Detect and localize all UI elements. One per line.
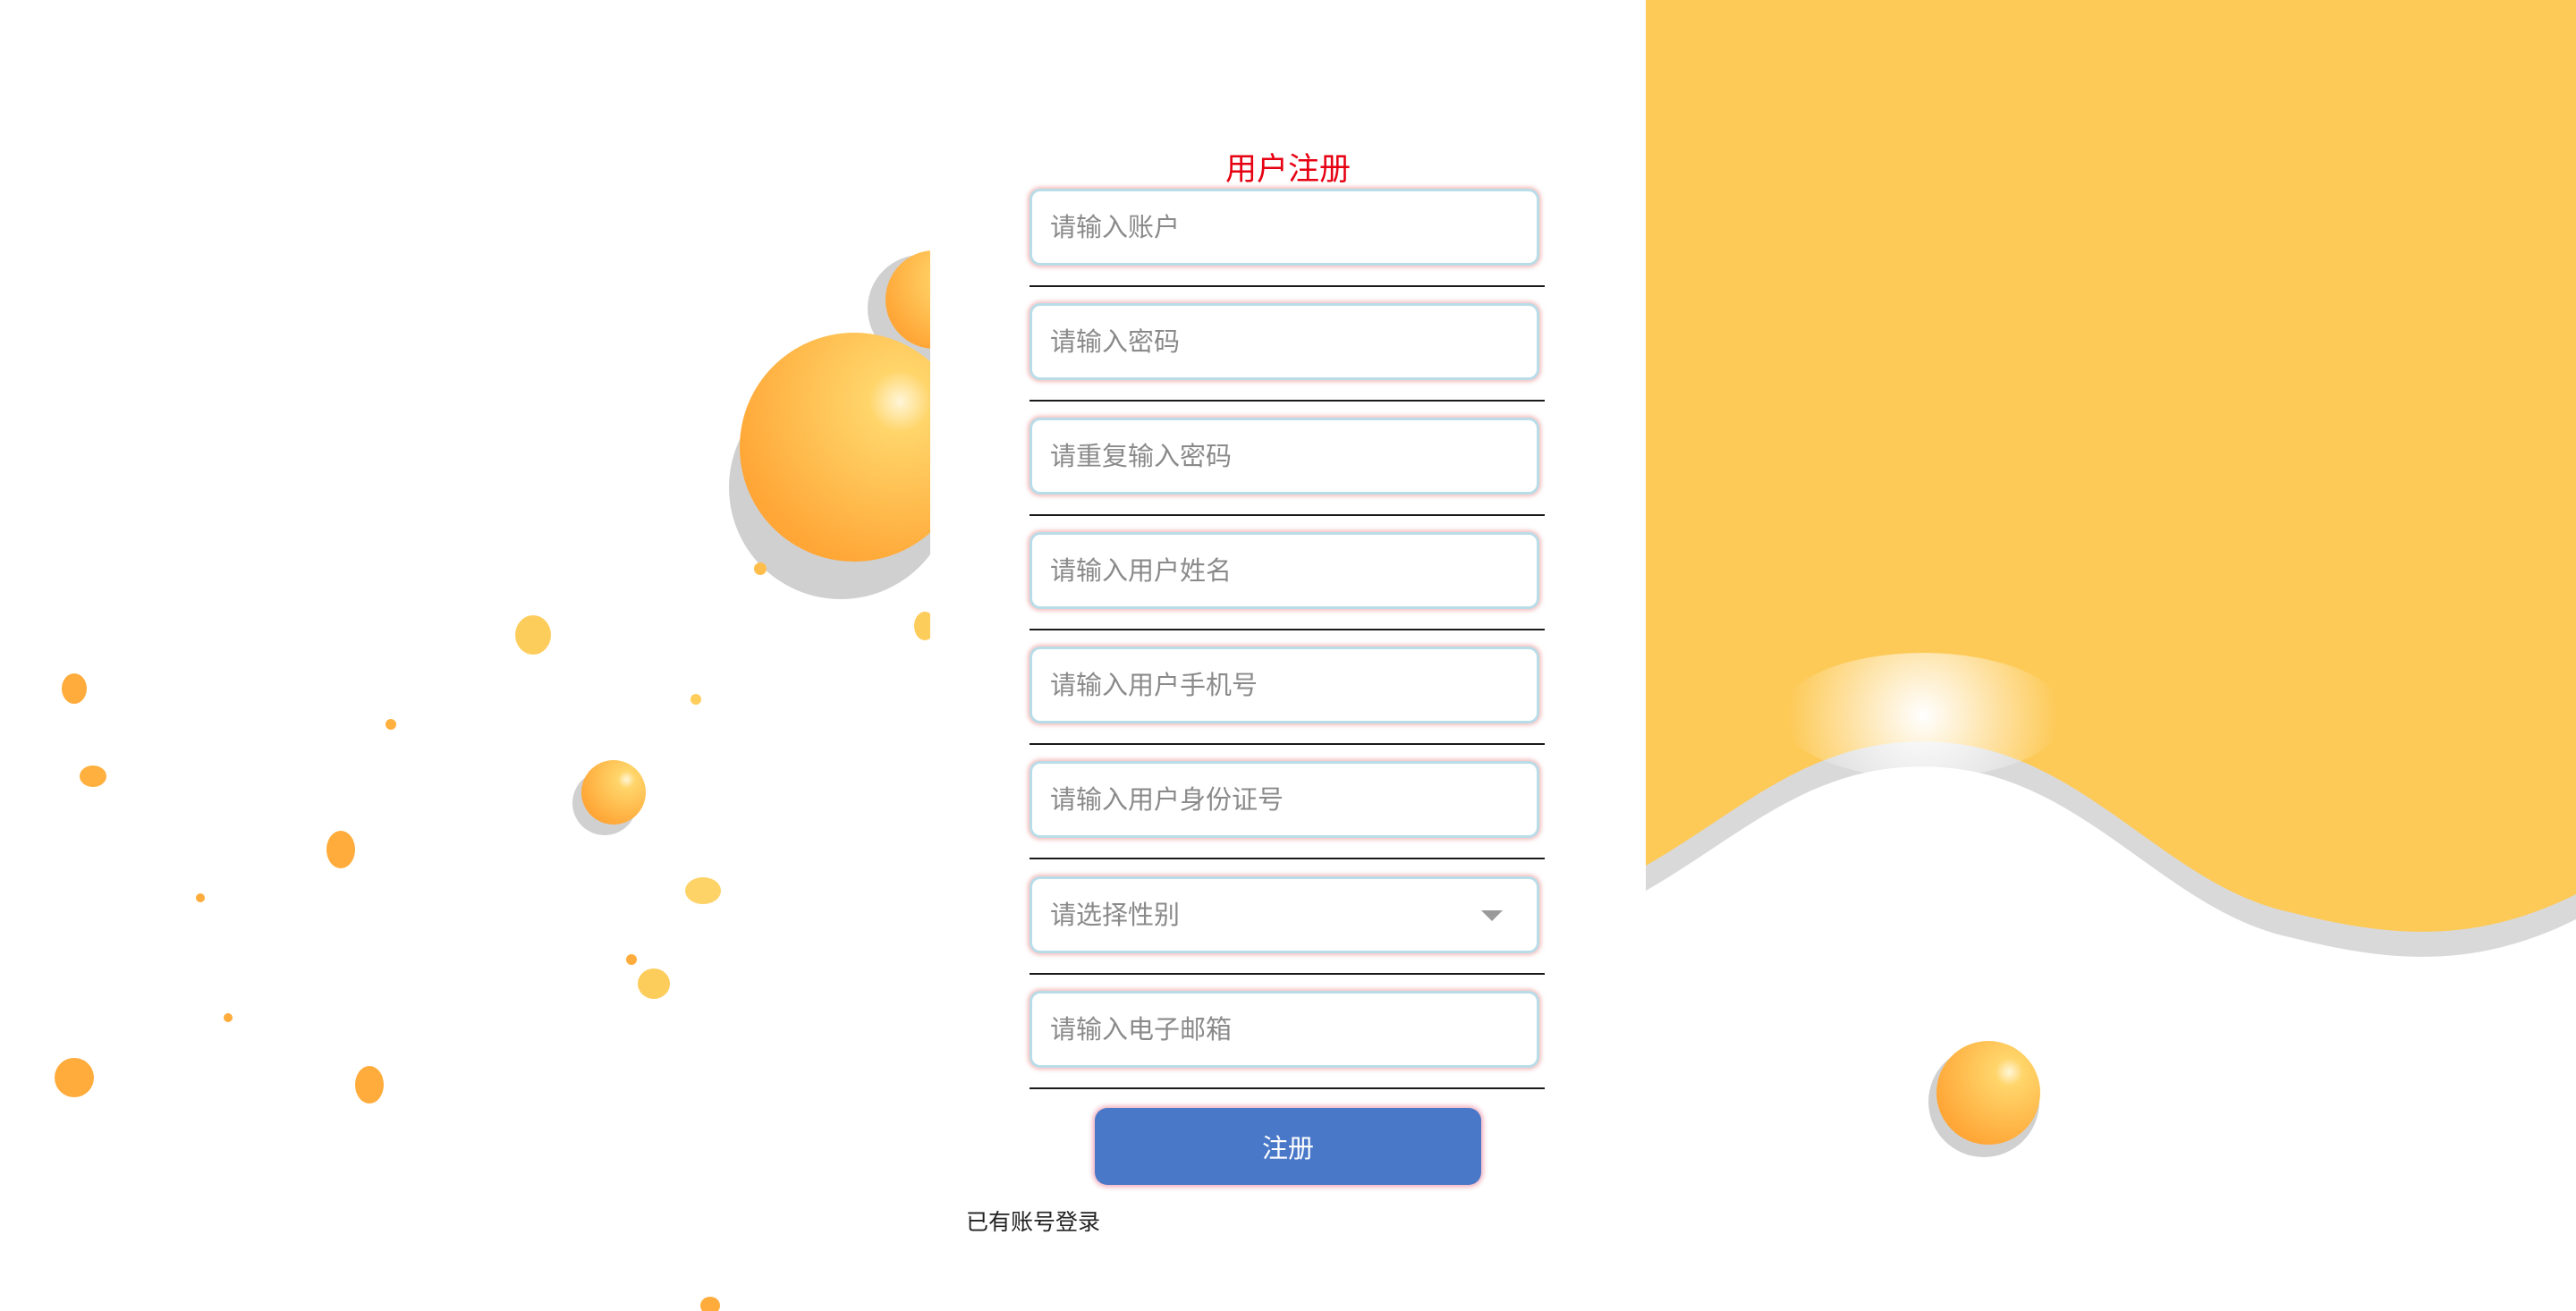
repeat-password-input[interactable]	[1032, 420, 1537, 492]
password-field[interactable]	[1030, 303, 1539, 380]
gender-select-placeholder: 请选择性别	[1050, 900, 1181, 930]
divider	[1030, 514, 1545, 516]
register-card: 用户注册 请选择性别 注册	[930, 44, 1646, 1185]
divider	[1030, 629, 1545, 630]
divider	[1030, 743, 1545, 745]
register-button[interactable]: 注册	[1095, 1108, 1481, 1185]
account-input[interactable]	[1032, 191, 1537, 263]
password-input[interactable]	[1032, 306, 1537, 377]
email-field[interactable]	[1030, 991, 1539, 1068]
id-card-field[interactable]	[1030, 761, 1539, 838]
phone-field[interactable]	[1030, 647, 1539, 723]
id-card-input[interactable]	[1032, 764, 1537, 835]
gender-select[interactable]: 请选择性别	[1030, 876, 1539, 953]
account-field[interactable]	[1030, 189, 1539, 266]
chevron-down-icon	[1481, 910, 1503, 921]
divider	[1030, 400, 1545, 402]
divider	[1030, 285, 1545, 287]
page-title: 用户注册	[1224, 152, 1351, 188]
name-input[interactable]	[1032, 535, 1537, 606]
phone-input[interactable]	[1032, 649, 1537, 721]
repeat-password-field[interactable]	[1030, 418, 1539, 495]
divider	[1030, 858, 1545, 859]
divider	[1030, 973, 1545, 975]
divider	[1030, 1087, 1545, 1089]
name-field[interactable]	[1030, 532, 1539, 609]
email-input[interactable]	[1032, 994, 1537, 1065]
login-link[interactable]: 已有账号登录	[966, 1205, 1100, 1237]
